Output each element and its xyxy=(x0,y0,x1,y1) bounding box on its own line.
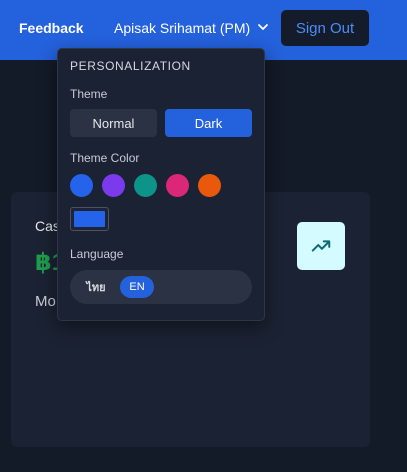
user-name: Apisak Srihamat (PM) xyxy=(114,20,251,36)
color-swatch-pink[interactable] xyxy=(166,174,189,197)
chevron-down-icon xyxy=(257,20,269,36)
theme-color-label: Theme Color xyxy=(70,151,140,165)
language-option-thai[interactable]: ไทย xyxy=(82,276,110,298)
personalization-heading: PERSONALIZATION xyxy=(70,59,191,73)
card-subtitle: Mo xyxy=(35,293,56,310)
theme-normal-button[interactable]: Normal xyxy=(70,109,157,137)
custom-color-picker[interactable] xyxy=(70,207,109,231)
language-label: Language xyxy=(70,247,124,261)
theme-dark-button[interactable]: Dark xyxy=(165,109,252,137)
selected-color-preview xyxy=(74,211,105,227)
color-swatch-blue[interactable] xyxy=(70,174,93,197)
language-toggle: ไทย EN xyxy=(70,270,252,304)
color-swatch-purple[interactable] xyxy=(102,174,125,197)
trending-up-icon xyxy=(297,222,345,270)
theme-label: Theme xyxy=(70,87,108,101)
personalization-dropdown: PERSONALIZATION Theme Normal Dark Theme … xyxy=(57,48,265,321)
color-swatch-orange[interactable] xyxy=(198,174,221,197)
language-option-en[interactable]: EN xyxy=(120,276,154,298)
sign-out-button[interactable]: Sign Out xyxy=(281,10,369,46)
feedback-link[interactable]: Feedback xyxy=(19,20,84,36)
color-swatch-teal[interactable] xyxy=(134,174,157,197)
user-menu-toggle[interactable]: Apisak Srihamat (PM) xyxy=(114,20,269,36)
